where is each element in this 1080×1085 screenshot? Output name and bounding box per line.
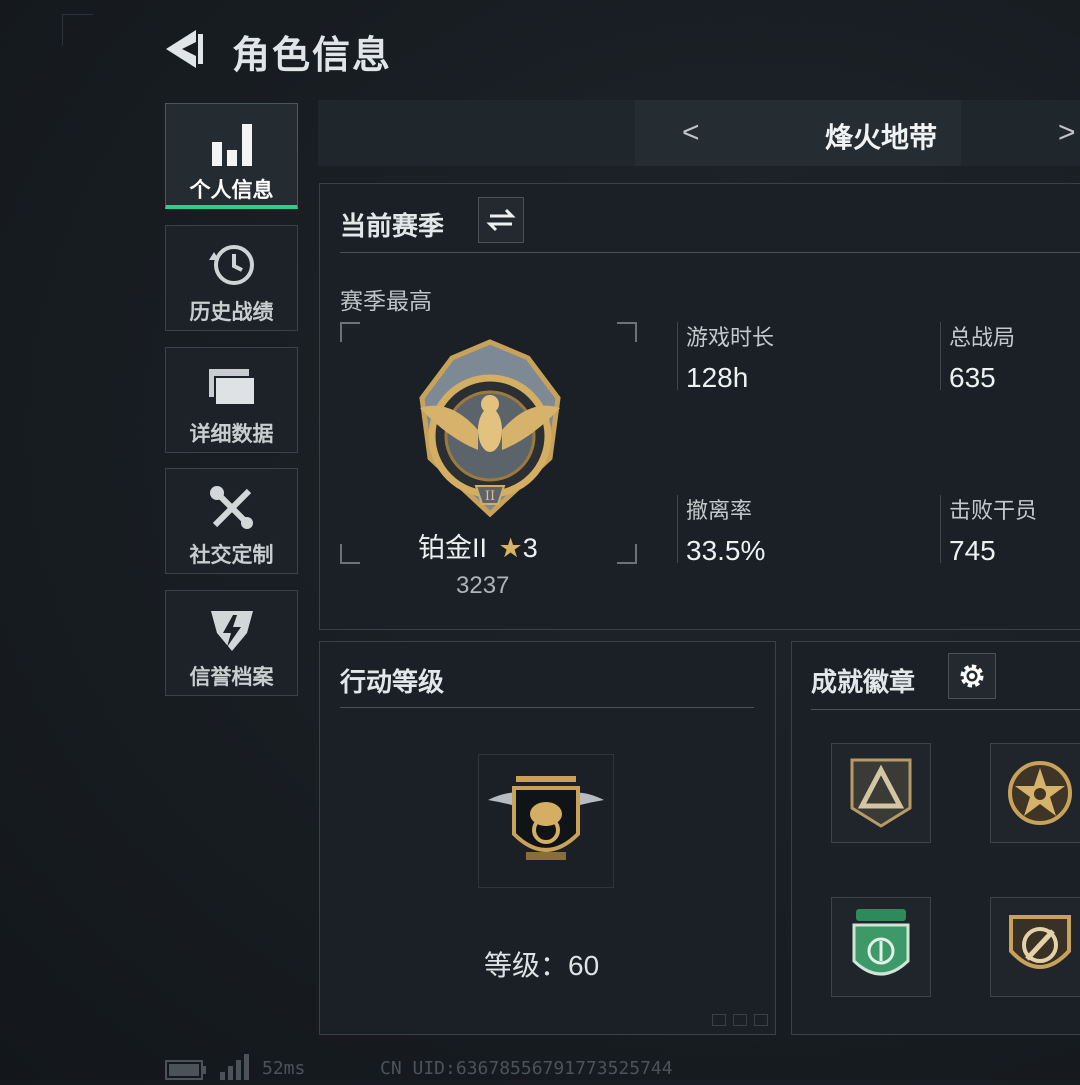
stat-value: 745	[949, 535, 996, 566]
level-title: 行动等级	[340, 667, 445, 697]
sidebar-item-label: 历史战绩	[189, 301, 274, 324]
rank-stars: 3	[522, 533, 538, 563]
sidebar-item-label: 个人信息	[189, 179, 274, 202]
badges-title: 成就徽章	[811, 667, 916, 697]
sidebar-item-history[interactable]: 历史战绩	[165, 225, 298, 331]
bar-chart-icon	[166, 118, 297, 168]
sidebar-item-personal-info[interactable]: 个人信息	[165, 103, 298, 209]
stat-divider	[940, 495, 941, 563]
stat-value: 33.5%	[686, 535, 766, 566]
season-divider	[340, 252, 1080, 253]
mode-next-button[interactable]: >	[1058, 116, 1076, 150]
triangle-badge-icon	[850, 758, 912, 828]
mode-prev-button[interactable]: <	[682, 116, 700, 150]
uid-text: CN UID:63678556791773525744	[380, 1058, 673, 1079]
stat-divider	[940, 322, 941, 390]
level-label: 等级：	[484, 950, 569, 981]
rank-star-icon: ★	[498, 533, 523, 563]
rank-score: 3237	[456, 572, 510, 599]
stat-divider	[677, 495, 678, 563]
season-best-label: 赛季最高	[340, 288, 432, 314]
stat-label: 总战局	[949, 325, 1016, 350]
badge-settings-button[interactable]	[948, 653, 996, 699]
sidebar-item-detailed-data[interactable]: 详细数据	[165, 347, 298, 453]
swap-arrows-icon	[486, 208, 516, 232]
history-clock-icon	[166, 240, 297, 290]
sidebar-item-reputation[interactable]: 信誉档案	[165, 590, 298, 696]
gear-icon	[960, 664, 984, 688]
svg-text:II: II	[485, 489, 495, 504]
level-value: 60	[568, 950, 600, 981]
badge-slot[interactable]	[831, 897, 931, 997]
season-switch-button[interactable]	[478, 197, 524, 243]
dagger-shield-badge-icon	[1009, 915, 1071, 969]
stat-label: 撤离率	[686, 498, 753, 523]
sidebar-item-social-custom[interactable]: 社交定制	[165, 468, 298, 574]
season-title: 当前赛季	[340, 211, 445, 241]
sidebar-item-label: 社交定制	[189, 544, 274, 567]
deco-square	[754, 1014, 768, 1026]
stat-value: 128h	[686, 362, 749, 393]
battery-icon	[165, 1060, 207, 1085]
stat-label: 游戏时长	[686, 325, 775, 350]
badge-slot[interactable]	[990, 743, 1080, 843]
ping-text: 52ms	[262, 1058, 306, 1079]
deco-square	[733, 1014, 747, 1026]
back-arrow-icon	[166, 30, 203, 68]
sidebar-item-label: 详细数据	[189, 423, 274, 446]
deco-square	[712, 1014, 726, 1026]
level-info: 等级：60	[484, 944, 599, 984]
rank-name: 铂金II	[418, 533, 488, 563]
stat-value: 635	[949, 362, 996, 393]
folders-icon	[166, 362, 297, 412]
corner-decoration	[62, 14, 93, 45]
shield-lightning-icon	[166, 605, 297, 655]
star-badge-icon	[1008, 761, 1072, 825]
level-emblem-icon	[486, 770, 606, 875]
stat-divider	[677, 322, 678, 390]
mode-name: 烽火地带	[825, 122, 938, 153]
badge-slot[interactable]	[831, 743, 931, 843]
signal-icon	[220, 1054, 252, 1085]
stat-label: 击败干员	[949, 498, 1038, 523]
rank-emblem-icon: II	[400, 338, 580, 523]
green-shield-badge-icon	[852, 909, 910, 976]
level-divider	[340, 707, 754, 708]
wrench-screwdriver-icon	[166, 483, 297, 533]
rank-info: 铂金II ★3	[418, 526, 538, 565]
back-button[interactable]	[160, 26, 208, 72]
sidebar-item-label: 信誉档案	[189, 666, 274, 689]
badges-divider	[811, 709, 1080, 710]
page-title: 角色信息	[232, 35, 393, 77]
badge-slot[interactable]	[990, 897, 1080, 997]
